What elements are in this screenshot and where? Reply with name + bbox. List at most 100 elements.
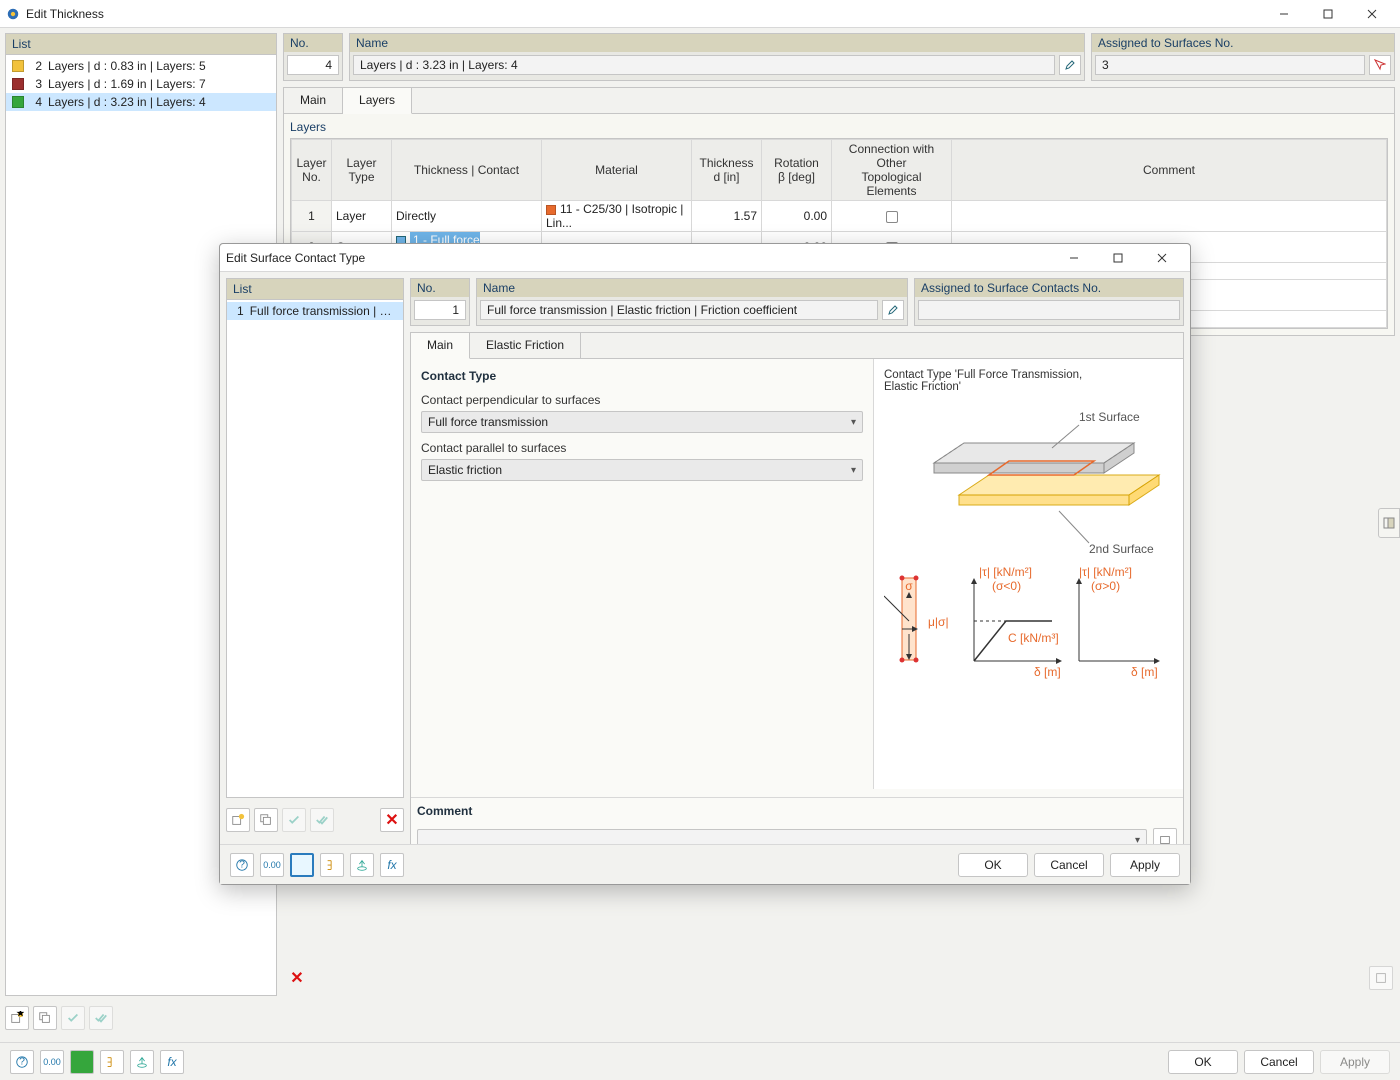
outer-title: Edit Thickness [26, 7, 104, 21]
delete-contact-button[interactable]: ✕ [380, 808, 404, 832]
thickness-list-item[interactable]: 4Layers | d : 3.23 in | Layers: 4 [6, 93, 276, 111]
inner-titlebar: Edit Surface Contact Type [220, 244, 1190, 272]
inner-fx-button[interactable]: fx [380, 853, 404, 877]
inner-no-group: No. [410, 278, 470, 326]
library-button[interactable] [1369, 966, 1393, 990]
thickness-list-item[interactable]: 2Layers | d : 0.83 in | Layers: 5 [6, 57, 276, 75]
par-label: Contact parallel to surfaces [421, 441, 863, 455]
svg-text:σ: σ [905, 579, 913, 593]
copy-contact-button[interactable] [254, 808, 278, 832]
inner-tab-main[interactable]: Main [411, 333, 470, 359]
surface-contact-dialog: Edit Surface Contact Type List 1Full for… [219, 243, 1191, 885]
comment-header: Comment [417, 804, 1177, 818]
inner-assigned-input[interactable] [918, 300, 1180, 320]
inner-view-button[interactable] [350, 853, 374, 877]
contact-tabs: Main Elastic Friction Contact Type Conta… [410, 332, 1184, 859]
check-button[interactable] [61, 1006, 85, 1030]
name-input[interactable] [353, 55, 1055, 75]
color-swatch-icon [12, 60, 24, 72]
svg-text:(σ>0): (σ>0) [1091, 579, 1120, 593]
name-field-group: Name [349, 33, 1085, 81]
thickness-list-item[interactable]: 3Layers | d : 1.69 in | Layers: 7 [6, 75, 276, 93]
chevron-down-icon: ▾ [851, 465, 856, 476]
svg-text:(σ<0): (σ<0) [992, 579, 1021, 593]
contact-type-header: Contact Type [421, 369, 863, 383]
name-header: Name [350, 34, 1084, 52]
outer-cancel-button[interactable]: Cancel [1244, 1050, 1314, 1074]
color-swatch-button[interactable] [70, 1050, 94, 1074]
chevron-down-icon: ▾ [851, 417, 856, 428]
svg-text:C [kN/m³]: C [kN/m³] [1008, 631, 1059, 645]
inner-color-button[interactable] [290, 853, 314, 877]
inner-edit-name-button[interactable] [882, 300, 904, 320]
inner-tree-button[interactable] [320, 853, 344, 877]
inner-assigned-header: Assigned to Surface Contacts No. [915, 279, 1183, 297]
new-contact-button[interactable] [226, 808, 250, 832]
inner-name-header: Name [477, 279, 907, 297]
no-input[interactable] [287, 55, 339, 75]
s2-label: 2nd Surface [1089, 542, 1154, 556]
inner-apply-button[interactable]: Apply [1110, 853, 1180, 877]
inner-ok-button[interactable]: OK [958, 853, 1028, 877]
par-select[interactable]: Elastic friction▾ [421, 459, 863, 481]
maximize-button[interactable] [1306, 0, 1350, 28]
inner-maximize-button[interactable] [1096, 244, 1140, 272]
thickness-list-header: List [6, 34, 276, 55]
contact-list-header: List [227, 279, 403, 300]
check-contact-button[interactable] [282, 808, 306, 832]
pick-surface-button[interactable] [1369, 55, 1391, 75]
inner-cancel-button[interactable]: Cancel [1034, 853, 1104, 877]
color-swatch-icon [12, 78, 24, 90]
inner-tab-elastic-friction[interactable]: Elastic Friction [470, 333, 581, 358]
tab-layers[interactable]: Layers [343, 88, 412, 114]
contact-list-toolbar: ✕ [226, 802, 404, 838]
inner-assigned-group: Assigned to Surface Contacts No. [914, 278, 1184, 326]
fx-button[interactable]: fx [160, 1050, 184, 1074]
inner-name-group: Name [476, 278, 908, 326]
svg-text:μ|σ|: μ|σ| [928, 615, 949, 629]
surfaces-diagram-icon: 1st Surface 2nd Surface [884, 393, 1164, 563]
check-all-button[interactable] [89, 1006, 113, 1030]
svg-text:|τ| [kN/m²]: |τ| [kN/m²] [1079, 566, 1132, 579]
inner-name-input[interactable] [480, 300, 878, 320]
svg-text:|τ| [kN/m²]: |τ| [kN/m²] [979, 566, 1032, 579]
close-button[interactable] [1350, 0, 1394, 28]
inner-help-button[interactable]: ? [230, 853, 254, 877]
thickness-list-toolbar: ★ [5, 1000, 277, 1036]
tree-button[interactable] [100, 1050, 124, 1074]
contact-list-item[interactable]: 1Full force transmission | Elastic [227, 302, 403, 320]
inner-no-header: No. [411, 279, 469, 297]
contact-list-panel: List 1Full force transmission | Elastic [226, 278, 404, 798]
inner-no-input[interactable] [414, 300, 466, 320]
tab-main[interactable]: Main [284, 88, 343, 113]
inner-title: Edit Surface Contact Type [226, 251, 365, 265]
copy-item-button[interactable] [33, 1006, 57, 1030]
table-row[interactable]: 1 Layer Directly 11 - C25/30 | Isotropic… [292, 201, 1387, 232]
assigned-header: Assigned to Surfaces No. [1092, 34, 1394, 52]
app-icon [6, 7, 20, 21]
no-header: No. [284, 34, 342, 52]
perp-select[interactable]: Full force transmission▾ [421, 411, 863, 433]
outer-apply-button[interactable]: Apply [1320, 1050, 1390, 1074]
inner-close-button[interactable] [1140, 244, 1184, 272]
minimize-button[interactable] [1262, 0, 1306, 28]
assigned-input[interactable] [1095, 55, 1365, 75]
preview-title: Contact Type 'Full Force Transmission, E… [884, 369, 1173, 393]
side-expand-button[interactable] [1378, 508, 1400, 538]
outer-ok-button[interactable]: OK [1168, 1050, 1238, 1074]
help-button[interactable]: ? [10, 1050, 34, 1074]
view-button[interactable] [130, 1050, 154, 1074]
check-all-contact-button[interactable] [310, 808, 334, 832]
units-button[interactable]: 0.00 [40, 1050, 64, 1074]
new-item-button[interactable]: ★ [5, 1006, 29, 1030]
no-field-group: No. [283, 33, 343, 81]
edit-name-button[interactable] [1059, 55, 1081, 75]
inner-minimize-button[interactable] [1052, 244, 1096, 272]
outer-footer: ? 0.00 fx OK Cancel Apply [0, 1042, 1400, 1080]
assigned-field-group: Assigned to Surfaces No. [1091, 33, 1395, 81]
perp-label: Contact perpendicular to surfaces [421, 393, 863, 407]
color-swatch-icon [12, 96, 24, 108]
delete-button[interactable]: ✕ [285, 966, 309, 990]
inner-units-button[interactable]: 0.00 [260, 853, 284, 877]
s1-label: 1st Surface [1079, 410, 1140, 424]
